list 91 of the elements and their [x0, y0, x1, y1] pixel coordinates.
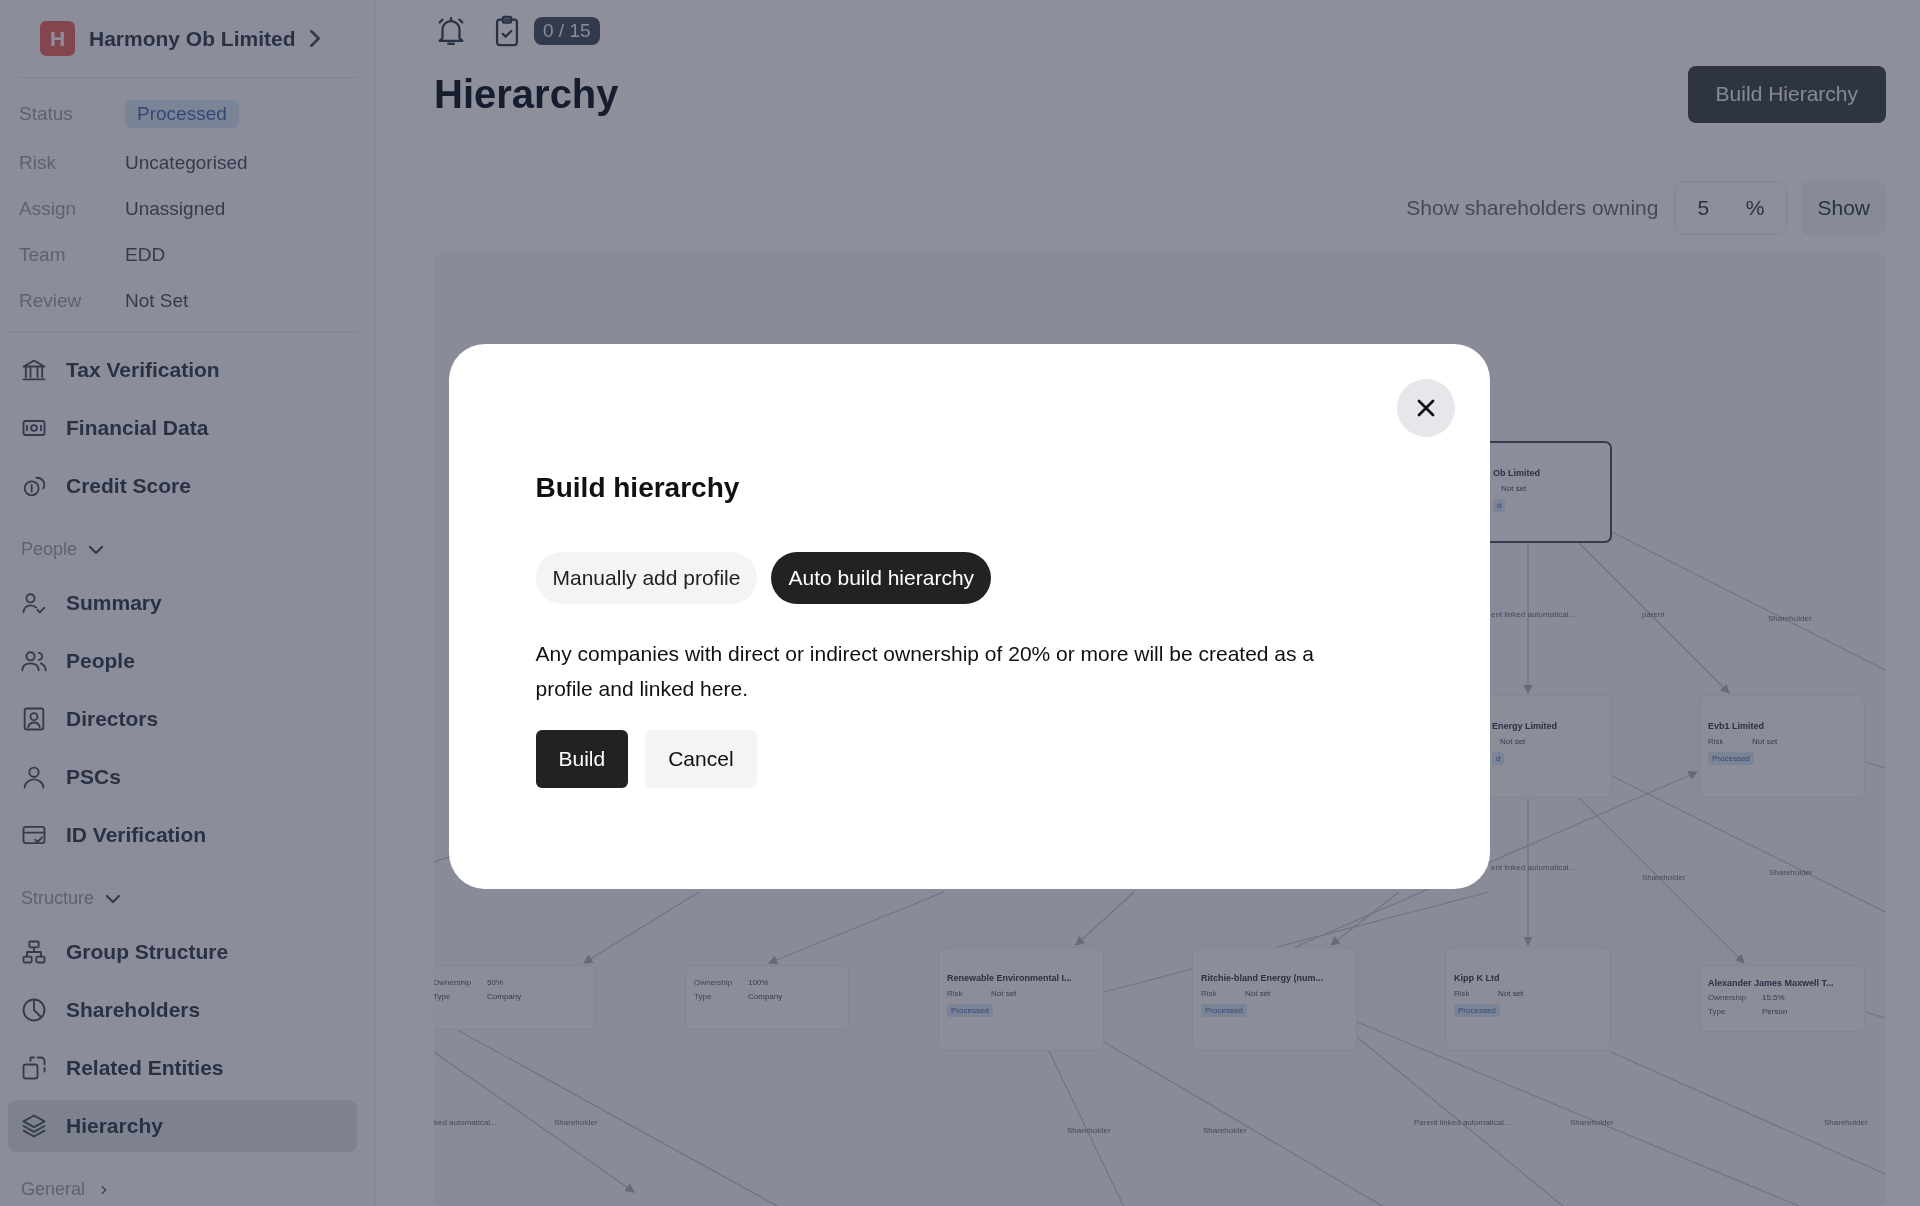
field-label: Risk [1201, 989, 1218, 998]
status-badge: d [1493, 499, 1506, 512]
show-button[interactable]: Show [1801, 181, 1886, 235]
field-value: Not set [991, 989, 1017, 998]
field-value: Not set [1500, 737, 1526, 746]
entity-node[interactable]: Evb1 Limited Risk Not set Processed [1699, 695, 1865, 798]
entity-avatar: H [40, 21, 75, 56]
sidebar-item[interactable]: Financial Data [8, 402, 357, 454]
page-title: Hierarchy [434, 71, 619, 117]
sidebar-item[interactable]: PSCs [8, 751, 357, 803]
chevron-down-icon [89, 545, 104, 554]
field-value: Not set [1752, 737, 1778, 746]
edge-label: Shareholder [554, 1118, 598, 1127]
field-label: Risk [1454, 989, 1471, 998]
layers-icon [20, 1112, 48, 1140]
field-label: Risk [1708, 737, 1725, 746]
sidebar-item[interactable]: Hierarchy [8, 1100, 357, 1152]
option-pill[interactable]: Manually add profile [535, 551, 758, 604]
node-title: Kipp K Ltd [1454, 973, 1501, 983]
edge-label: Shareholder [1824, 1118, 1868, 1127]
field-value: Company [748, 992, 783, 1001]
field-label: Ownership [694, 978, 734, 987]
sidebar-item[interactable]: Tax Verification [8, 344, 357, 396]
field-label: Type [1708, 1007, 1727, 1016]
sidebar-item[interactable]: Group Structure [8, 926, 357, 978]
cancel-button[interactable]: Cancel [645, 729, 757, 788]
field-label: Ownership [434, 978, 473, 987]
entity-node[interactable]: Ritchie-bland Energy (num... Risk Not set Processed [1192, 947, 1357, 1051]
chevron-right-icon [309, 30, 320, 47]
field-value: Company [487, 992, 522, 1001]
field-value: Not set [1498, 989, 1524, 998]
detail-value: Not Set [125, 290, 189, 311]
field-value: Person [1762, 1007, 1788, 1016]
edge-label: Shareholder [1768, 614, 1812, 623]
sidebar-item[interactable]: Shareholders [8, 984, 357, 1036]
node-title: Alexander James Maxwell T... [1708, 978, 1835, 988]
modal-description: Any companies with direct or indirect ownership of 20% or more will be created as a profile and linked here. [535, 640, 1316, 702]
entity-node[interactable]: Ownership 50% Type Company [434, 965, 596, 1030]
field-label: Type [434, 992, 452, 1001]
entity-node[interactable]: Ownership 100% Type Company [685, 965, 849, 1030]
node-title: Evb1 Limited [1708, 721, 1765, 731]
edge-label: Shareholder [1769, 868, 1813, 877]
field-value: 100% [748, 978, 769, 987]
edge-label: Shareholder [1570, 1118, 1614, 1127]
tasks-count-badge: 0 / 15 [534, 17, 600, 45]
squares-icon [20, 1054, 48, 1082]
field-value: 50% [487, 978, 503, 987]
edge-label: Shareholder [1067, 1126, 1111, 1135]
sidebar-item[interactable]: Credit Score [8, 460, 357, 512]
edge-label: parent [1642, 610, 1665, 619]
status-badge: Processed [125, 100, 239, 128]
entity-node[interactable]: Renewable Environmental I... Risk Not set Processed [938, 947, 1104, 1051]
field-value: Not set [1245, 989, 1271, 998]
chevron-down-icon [106, 894, 121, 903]
status-badge: Processed [1454, 1004, 1500, 1017]
node-title: Renewable Environmental I... [947, 973, 1073, 983]
entity-node[interactable]: Alexander James Maxwell T... Ownership 15.5% Type Person [1699, 965, 1865, 1032]
detail-value: EDD [125, 244, 166, 265]
status-badge: Processed [1708, 752, 1754, 765]
hierarchy-icon [20, 938, 48, 966]
modal-title: Build hierarchy [535, 471, 741, 504]
sidebar-item[interactable]: Directors [8, 693, 357, 745]
field-label: Type [694, 992, 713, 1001]
edge-label: Shareholder [1642, 873, 1686, 882]
sidebar-item[interactable]: Summary [8, 577, 357, 629]
entity-name-link[interactable]: Harmony Ob Limited [89, 26, 296, 51]
value-input[interactable]: 5 [1697, 196, 1728, 220]
filter-label: Show shareholders owning [1406, 196, 1659, 220]
sidebar-item[interactable]: People [8, 635, 357, 687]
pie-chart-icon [20, 996, 48, 1024]
build-hierarchy-button[interactable]: Build Hierarchy [1687, 65, 1886, 123]
field-value: 15.5% [1762, 993, 1785, 1002]
option-pill[interactable]: Auto build hierarchy [771, 551, 992, 604]
field-value: Not set [1501, 484, 1527, 493]
status-badge: Processed [1201, 1004, 1247, 1017]
status-badge: d [1492, 752, 1505, 765]
entity-node[interactable]: Kipp K Ltd Risk Not set Processed [1445, 947, 1611, 1051]
edge-label: ked automatical... [434, 1118, 497, 1127]
node-title: Ritchie-bland Energy (num... [1201, 973, 1324, 983]
build-button[interactable]: Build [535, 729, 629, 788]
field-label: Ownership [1708, 993, 1748, 1002]
sidebar-item[interactable]: Related Entities [8, 1042, 357, 1094]
status-badge: Processed [947, 1004, 993, 1017]
detail-value: Unassigned [125, 198, 226, 219]
edge-label: Shareholder [1203, 1126, 1247, 1135]
field-label: Risk [947, 989, 964, 998]
node-title: Energy Limited [1492, 721, 1558, 731]
detail-value: Uncategorised [125, 152, 248, 173]
sidebar-item[interactable]: ID Verification [8, 809, 357, 861]
node-title: Ob Limited [1493, 468, 1541, 478]
percentage-field[interactable]: 5 % [1674, 181, 1788, 235]
